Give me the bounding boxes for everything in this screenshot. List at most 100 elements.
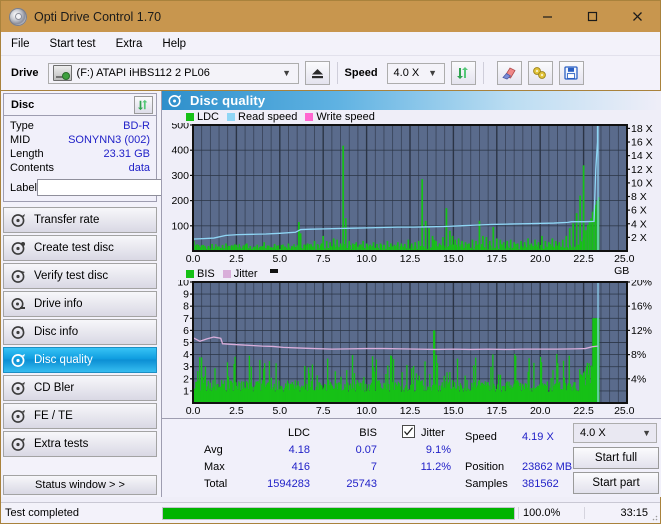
status-window-button[interactable]: Status window > > xyxy=(3,475,157,495)
svg-text:4: 4 xyxy=(183,349,189,361)
speed-label: Speed xyxy=(344,67,378,79)
sidebar-item-disc-quality[interactable]: Disc quality xyxy=(3,347,157,373)
eject-button[interactable] xyxy=(304,61,330,85)
disc-type-label: Type xyxy=(10,120,34,132)
menu-start-test[interactable]: Start test xyxy=(50,38,96,50)
progress-bar xyxy=(162,506,515,520)
disc-label-label: Label xyxy=(10,181,37,194)
sidebar-item-transfer-rate[interactable]: Transfer rate xyxy=(3,207,157,233)
top-chart-legend: LDC Read speed Write speed xyxy=(162,110,661,123)
sidebar-item-label: Transfer rate xyxy=(34,214,100,226)
svg-text:6 X: 6 X xyxy=(631,205,647,217)
content-area: Disc Type BD-R MID SONYNN3 (002) Length … xyxy=(1,91,661,497)
svg-text:400: 400 xyxy=(171,145,189,157)
minimize-icon[interactable] xyxy=(525,1,570,32)
axis-tick-label: 12.5 xyxy=(399,405,421,417)
test-speed-select[interactable]: 4.0 X ▼ xyxy=(573,423,657,443)
svg-text:9: 9 xyxy=(183,289,189,301)
menu-extra[interactable]: Extra xyxy=(116,38,143,50)
bottom-chart: BIS Jitter 1 2 3 4 5 6 7 8 9 10 4% 8% 12% 16% 20% 0.0 2… xyxy=(162,267,661,430)
legend-label-write-speed: Write speed xyxy=(316,110,375,123)
sidebar-item-extra-tests[interactable]: Extra tests xyxy=(3,431,157,457)
menu-help[interactable]: Help xyxy=(162,38,186,50)
menu-file[interactable]: File xyxy=(11,38,30,50)
svg-text:16%: 16% xyxy=(631,301,652,313)
status-message: Test completed xyxy=(5,507,79,519)
disc-quality-icon xyxy=(168,94,182,108)
svg-text:500: 500 xyxy=(171,123,189,132)
jitter-checkbox[interactable] xyxy=(402,425,415,438)
disc-refresh-button[interactable] xyxy=(134,95,153,114)
status-bar: Test completed 100.0% 33:15 xyxy=(1,502,660,523)
app-window: Opti Drive Control 1.70 File Start test … xyxy=(0,0,661,524)
disc-mid-value: SONYNN3 (002) xyxy=(68,134,150,146)
stat-col-header-bis: BIS xyxy=(359,427,377,439)
axis-tick-label: 0.0 xyxy=(185,405,201,417)
axis-tick-label: 22.5 xyxy=(573,405,594,417)
disc-row-mid: MID SONYNN3 (002) xyxy=(10,133,150,147)
eraser-button[interactable] xyxy=(496,61,522,85)
axis-tick-label: 7.5 xyxy=(315,405,331,417)
speed-select-value: 4.0 X xyxy=(393,67,420,79)
toolbar-divider xyxy=(482,62,484,84)
svg-text:4%: 4% xyxy=(631,373,646,385)
chevron-down-icon: ▼ xyxy=(428,68,437,78)
maximize-icon[interactable] xyxy=(570,1,615,32)
main-panel: Disc quality LDC Read speed Write speed … xyxy=(161,91,661,497)
axis-tick-label: 20.0 xyxy=(529,253,551,265)
disc-burn-icon xyxy=(11,241,26,256)
disc-mid-label: MID xyxy=(10,134,31,146)
stats-panel: Avg Max Total LDC 4.18 416 1594283 BIS 0… xyxy=(162,418,661,497)
refresh-button[interactable] xyxy=(450,61,476,85)
disc-contents-value: data xyxy=(128,162,150,174)
stat-max-jitter: 11.2% xyxy=(420,461,451,473)
sidebar-item-cd-bler[interactable]: CD Bler xyxy=(3,375,157,401)
stat-row-label-total: Total xyxy=(204,478,228,490)
disc-row-length: Length 23.31 GB xyxy=(10,147,150,161)
stat-avg-jitter: 9.1% xyxy=(425,444,451,456)
sidebar-item-fe-te[interactable]: FE / TE xyxy=(3,403,157,429)
panel-title: Disc quality xyxy=(190,93,266,108)
start-full-button[interactable]: Start full xyxy=(573,447,659,469)
drive-icon xyxy=(52,65,72,81)
svg-text:5: 5 xyxy=(183,337,189,349)
resize-grip-icon[interactable] xyxy=(648,511,658,521)
tools-button[interactable] xyxy=(527,61,553,85)
axis-tick-label: 17.5 xyxy=(486,405,508,417)
test-speed-value: 4.0 X xyxy=(580,427,606,439)
svg-text:100: 100 xyxy=(171,220,189,232)
axis-tick-label: 5.0 xyxy=(272,405,288,417)
start-part-button[interactable]: Start part xyxy=(573,472,659,494)
drive-info-icon xyxy=(11,297,26,312)
sidebar-item-drive-info[interactable]: Drive info xyxy=(3,291,157,317)
speed-select[interactable]: 4.0 X ▼ xyxy=(386,62,445,84)
toolbar: Drive (F:) ATAPI iHBS112 2 PL06 ▼ Speed … xyxy=(1,56,660,91)
legend-swatch-bis xyxy=(186,269,194,278)
window-controls xyxy=(525,1,660,32)
sidebar-item-create-test-disc[interactable]: Create test disc xyxy=(3,235,157,261)
svg-text:6: 6 xyxy=(183,325,189,337)
save-button[interactable] xyxy=(558,61,584,85)
disc-icon xyxy=(9,7,27,26)
drive-select[interactable]: (F:) ATAPI iHBS112 2 PL06 ▼ xyxy=(47,62,299,84)
sidebar-item-verify-test-disc[interactable]: Verify test disc xyxy=(3,263,157,289)
chevron-down-icon: ▼ xyxy=(642,428,651,438)
speed-stat-label: Speed xyxy=(465,431,497,443)
toolbar-divider xyxy=(336,62,338,84)
svg-text:2: 2 xyxy=(183,373,189,385)
nav-list: Transfer rate Create test disc Verify te… xyxy=(1,207,161,457)
progress-bar-fill xyxy=(163,507,514,519)
svg-text:12%: 12% xyxy=(631,325,652,337)
sidebar-item-disc-info[interactable]: Disc info xyxy=(3,319,157,345)
sidebar-item-label: Verify test disc xyxy=(34,270,109,282)
close-icon[interactable] xyxy=(615,1,660,32)
svg-text:4 X: 4 X xyxy=(631,218,647,230)
stat-col-header-ldc: LDC xyxy=(287,427,310,439)
legend-swatch-write-speed xyxy=(305,112,314,121)
disc-row-contents: Contents data xyxy=(10,161,150,175)
cursor-marker-icon xyxy=(269,269,278,273)
axis-tick-label: 10.0 xyxy=(356,253,377,265)
samples-stat-value: 381562 xyxy=(522,478,559,490)
stat-total-ldc: 1594283 xyxy=(267,478,310,490)
jitter-label: Jitter xyxy=(421,427,445,439)
